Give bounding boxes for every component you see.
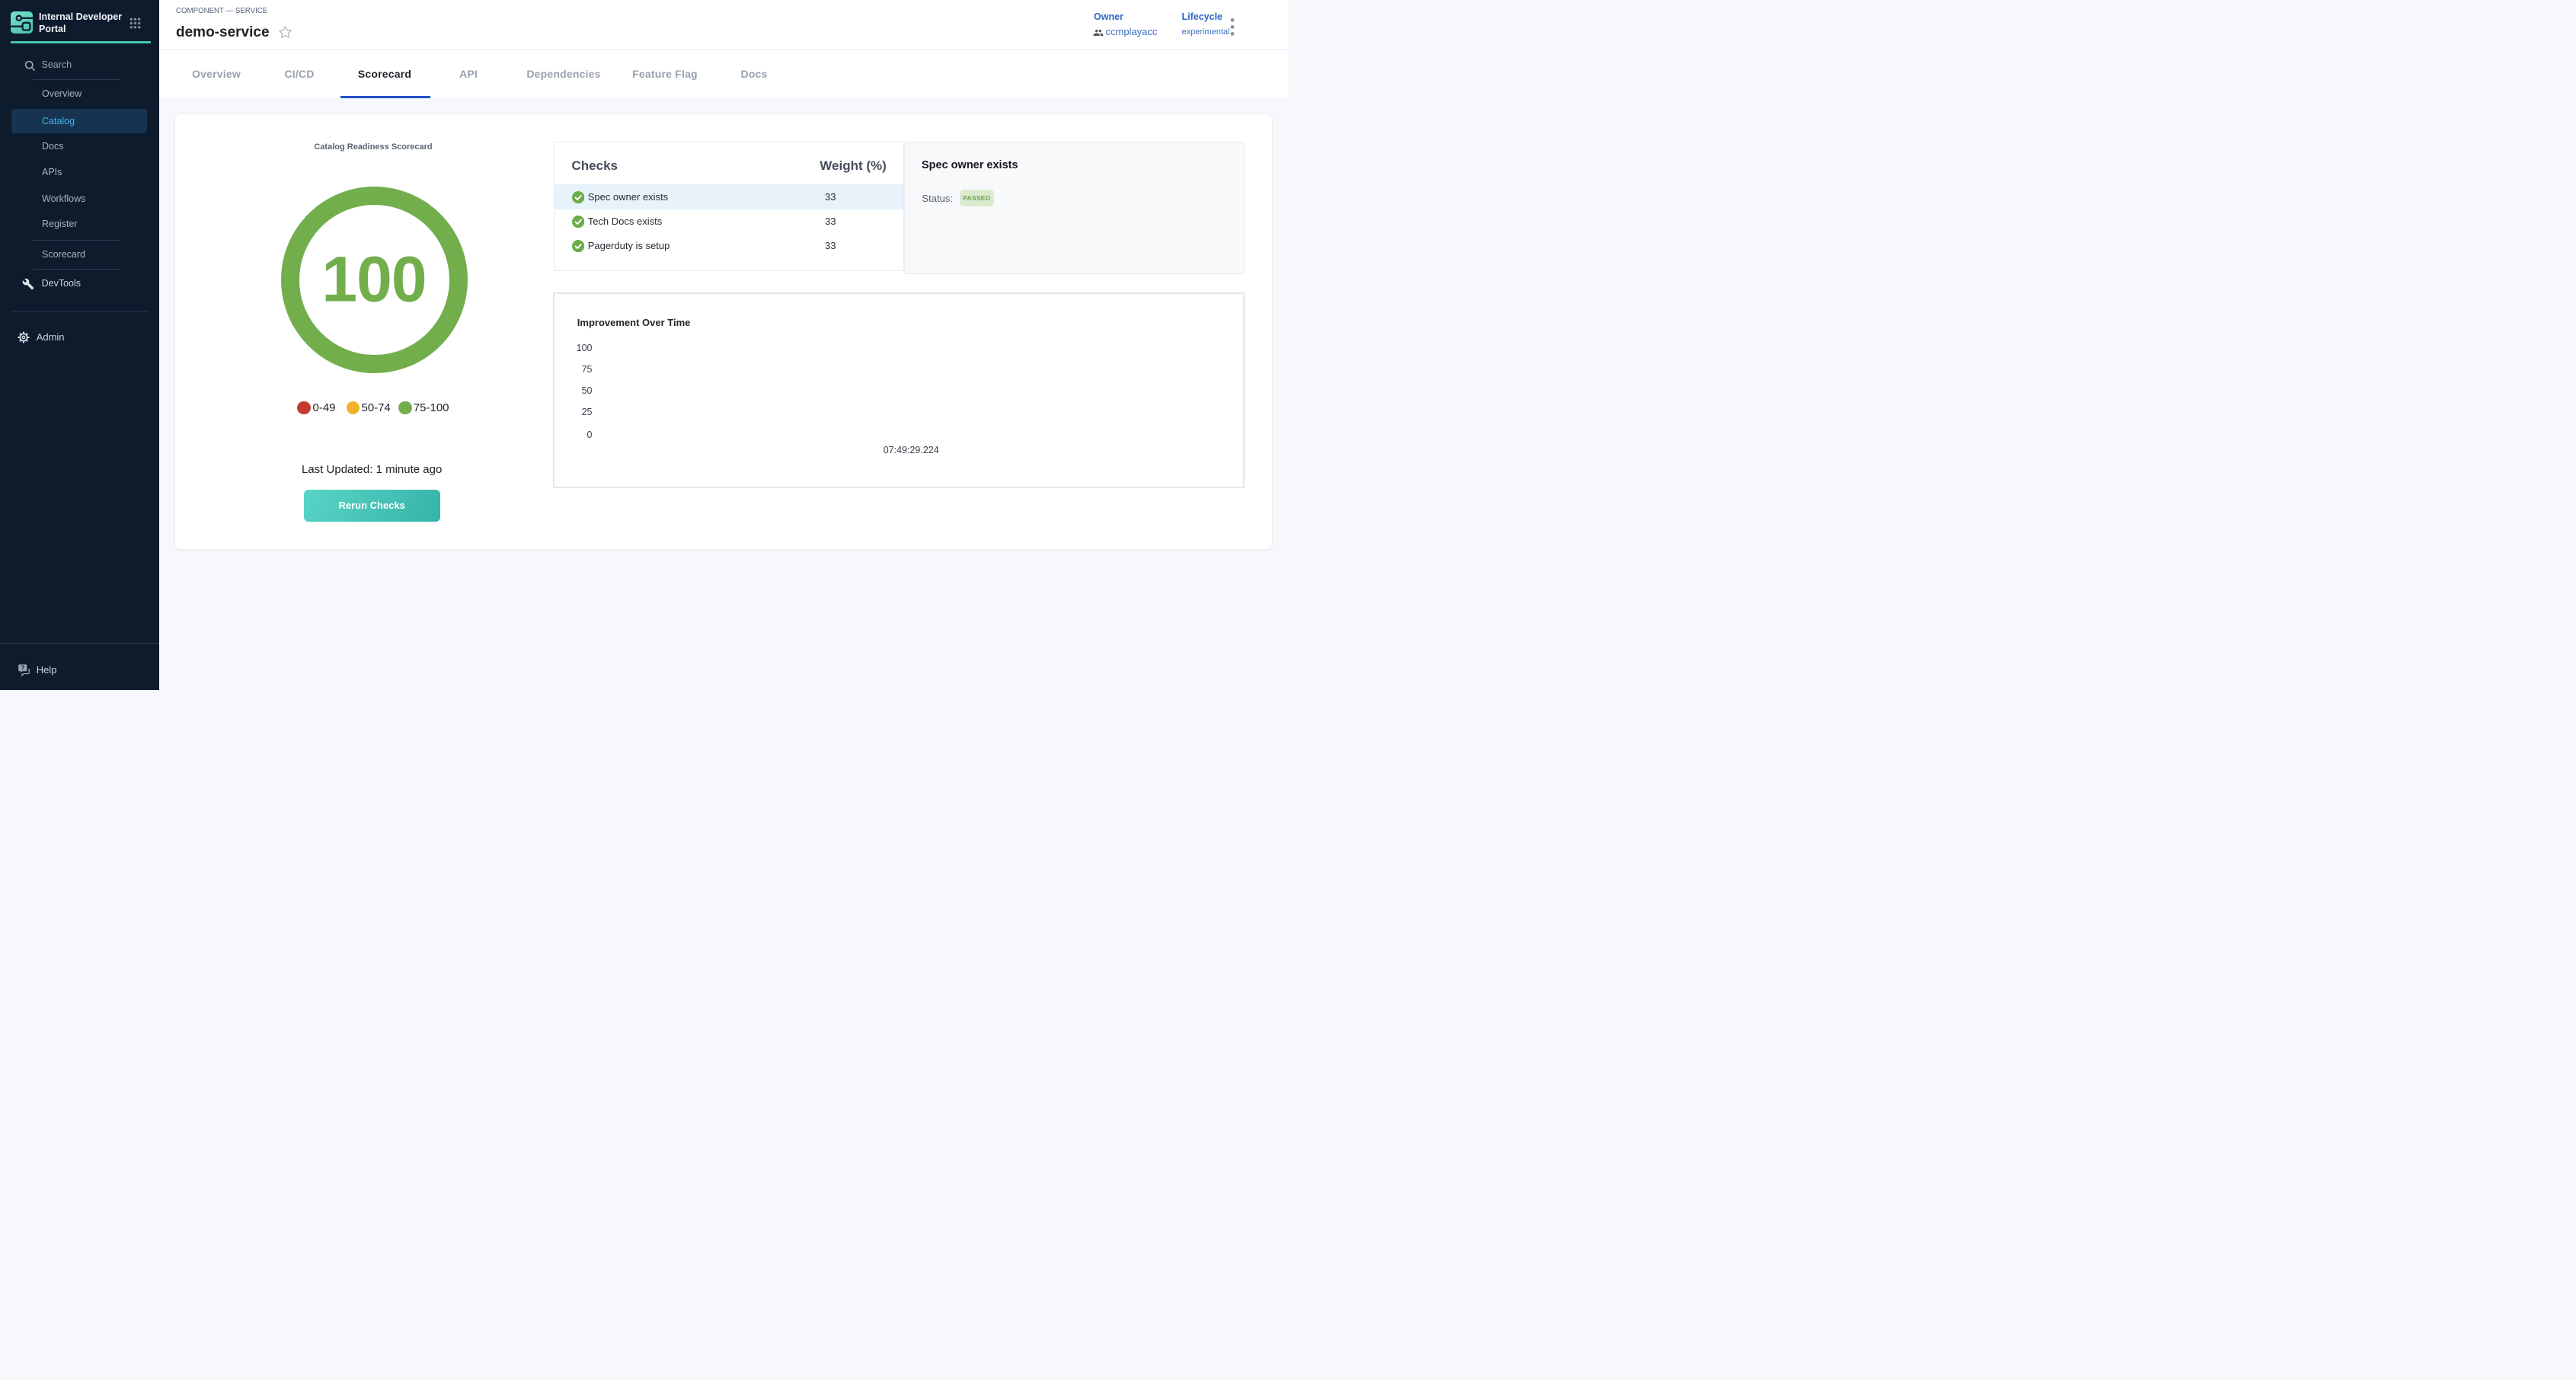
svg-text:?: ? [21,664,24,671]
